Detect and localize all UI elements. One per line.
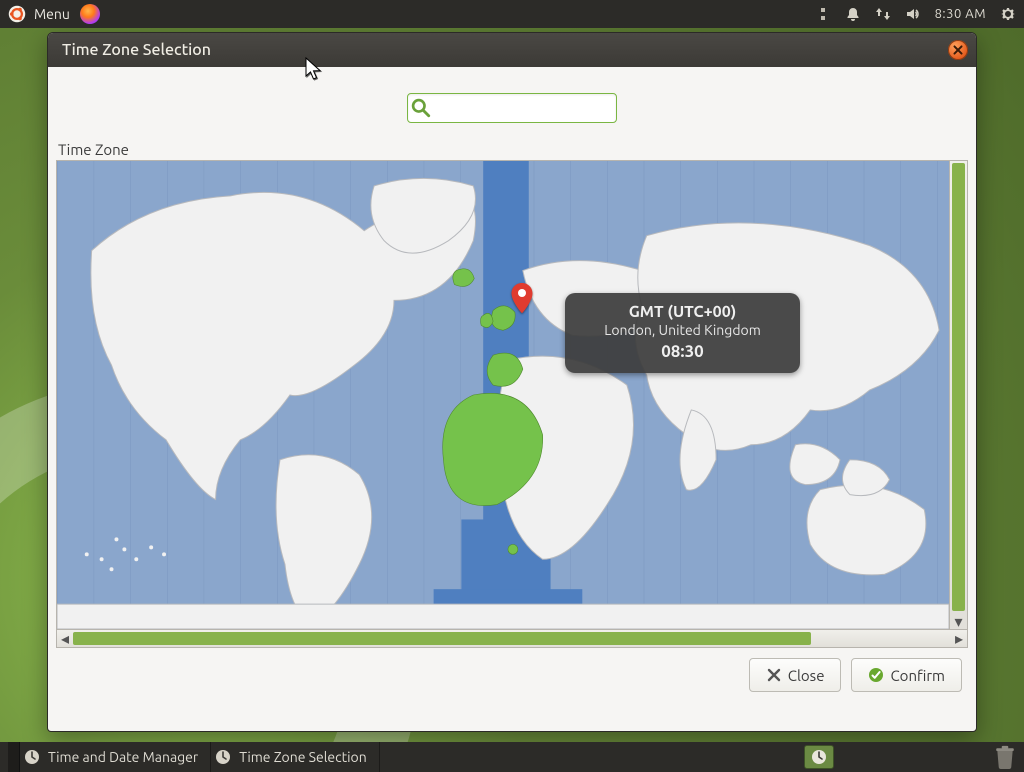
close-button-label: Close (788, 667, 825, 684)
taskbar-item-label: Time and Date Manager (48, 749, 198, 765)
tooltip-time: 08:30 (579, 342, 786, 361)
firefox-icon[interactable] (80, 4, 100, 24)
system-tray: 8:30 AM (815, 6, 1016, 22)
search-icon (410, 97, 432, 119)
scroll-right-button[interactable]: ▸ (951, 629, 967, 648)
taskbar-item-label: Time Zone Selection (239, 749, 366, 765)
taskbar-item-time-zone-selection[interactable]: Time Zone Selection (211, 742, 379, 772)
mouse-cursor-icon (305, 57, 323, 81)
location-pin-icon (511, 283, 533, 313)
map-vertical-scrollbar[interactable]: ▾ (949, 161, 967, 629)
confirm-button[interactable]: Confirm (851, 658, 962, 692)
timezone-search-box[interactable] (407, 93, 617, 123)
top-panel: Menu 8:30 AM (0, 0, 1024, 28)
tray-indicator-icon[interactable] (815, 6, 831, 22)
timezone-selection-window: Time Zone Selection Time Zone (47, 32, 977, 732)
timezone-map-frame: GMT (UTC+00) London, United Kingdom 08:3… (56, 160, 968, 630)
network-icon[interactable] (875, 6, 891, 22)
section-label-timezone: Time Zone (58, 141, 968, 158)
panel-clock[interactable]: 8:30 AM (935, 7, 986, 21)
scroll-down-button[interactable]: ▾ (950, 613, 967, 629)
window-title: Time Zone Selection (62, 41, 211, 59)
scrollbar-thumb[interactable] (73, 632, 811, 645)
menu-button[interactable]: Menu (34, 6, 70, 22)
clock-icon (24, 749, 40, 765)
settings-gear-icon[interactable] (1000, 6, 1016, 22)
systray-clock-applet[interactable] (804, 745, 834, 769)
notifications-icon[interactable] (845, 6, 861, 22)
window-titlebar[interactable]: Time Zone Selection (48, 33, 976, 67)
tooltip-location: London, United Kingdom (579, 322, 786, 338)
scroll-left-button[interactable]: ◂ (57, 629, 73, 648)
volume-icon[interactable] (905, 6, 921, 22)
clock-icon (215, 749, 231, 765)
timezone-tooltip: GMT (UTC+00) London, United Kingdom 08:3… (565, 293, 800, 373)
trash-icon[interactable] (994, 745, 1016, 769)
map-horizontal-scrollbar[interactable]: ◂ ▸ (56, 630, 968, 648)
show-desktop-button[interactable] (8, 742, 20, 772)
ubuntu-logo-icon[interactable] (8, 5, 26, 23)
tooltip-timezone: GMT (UTC+00) (579, 303, 786, 321)
timezone-map[interactable]: GMT (UTC+00) London, United Kingdom 08:3… (57, 161, 949, 629)
window-close-button[interactable] (948, 40, 968, 60)
taskbar-item-time-date-manager[interactable]: Time and Date Manager (20, 742, 211, 772)
confirm-button-label: Confirm (890, 667, 945, 684)
scrollbar-thumb[interactable] (952, 163, 965, 611)
close-icon (766, 667, 782, 683)
bottom-panel: Time and Date Manager Time Zone Selectio… (0, 742, 1024, 772)
close-button[interactable]: Close (749, 658, 842, 692)
timezone-search-input[interactable] (432, 100, 614, 116)
confirm-icon (868, 667, 884, 683)
